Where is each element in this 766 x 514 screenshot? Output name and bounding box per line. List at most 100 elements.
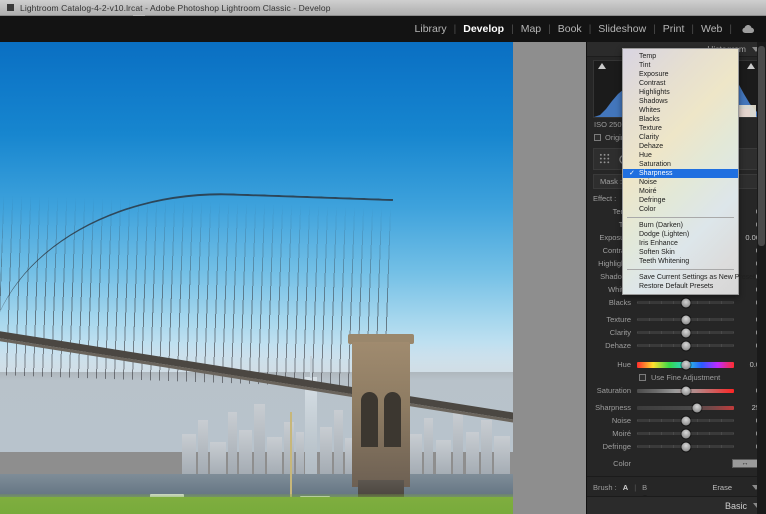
slider-track[interactable] (637, 341, 734, 350)
menu-item-label: Save Current Settings as New Preset... (639, 274, 761, 281)
slider-track[interactable] (637, 386, 734, 395)
slider-track[interactable] (637, 315, 734, 324)
menu-separator (627, 217, 734, 218)
slider-track[interactable] (637, 442, 734, 451)
menu-item-label: Shadows (639, 98, 668, 105)
effect-dropdown-menu[interactable]: Temp Tint Exposure Contrast Highlights Shadow… (622, 48, 761, 295)
brush-row[interactable]: Brush : A | B Erase (593, 480, 760, 494)
module-web[interactable]: Web (694, 23, 729, 35)
menu-item[interactable]: Temp (623, 52, 738, 61)
slider-blacks[interactable]: Blacks 0 (593, 296, 760, 309)
menu-item[interactable]: Highlights (623, 88, 738, 97)
highlight-clipping-icon[interactable] (747, 63, 755, 69)
menu-item-label: Iris Enhance (639, 240, 678, 247)
scrollbar-thumb[interactable] (758, 46, 765, 246)
menu-item-label: Dehaze (639, 143, 664, 150)
slider-saturation[interactable]: Saturation 0 (593, 384, 760, 397)
slider-sharpness[interactable]: Sharpness 25 (593, 401, 760, 414)
menu-item[interactable]: Whites (623, 106, 738, 115)
menu-item[interactable]: Exposure (623, 70, 738, 79)
panel-divider (587, 476, 766, 477)
slider-label: Noise (611, 416, 631, 425)
menu-item[interactable]: Tint (623, 61, 738, 70)
menu-item[interactable]: Noise (623, 178, 738, 187)
color-row[interactable]: Color ↔ (593, 455, 760, 471)
menu-item-label: Dodge (Lighten) (639, 231, 690, 238)
menu-item[interactable]: Contrast (623, 79, 738, 88)
brush-erase-button[interactable]: Erase (712, 483, 732, 492)
menu-item[interactable]: Moiré (623, 187, 738, 196)
menu-item[interactable]: Soften Skin (623, 248, 738, 257)
module-map[interactable]: Map (514, 23, 548, 35)
menu-item[interactable]: Save Current Settings as New Preset... (623, 273, 761, 282)
brush-separator: | (634, 482, 637, 492)
slider-track[interactable] (637, 328, 734, 337)
menu-item-label: Contrast (639, 80, 666, 87)
menu-item[interactable]: Dodge (Lighten) (623, 230, 738, 239)
slider-moire[interactable]: Moiré 0 (593, 427, 760, 440)
brush-a-button[interactable]: A (623, 483, 628, 492)
title-bar: Lightroom Catalog-4-2-v10.lrcat - Adobe … (0, 0, 766, 16)
brush-b-button[interactable]: B (642, 483, 647, 492)
menu-item[interactable]: Texture (623, 124, 738, 133)
menu-item[interactable]: Iris Enhance (623, 239, 738, 248)
slider-clarity[interactable]: Clarity 0 (593, 326, 760, 339)
module-separator: | (729, 23, 732, 35)
menu-item[interactable]: Hue (623, 151, 738, 160)
slider-dehaze[interactable]: Dehaze 0 (593, 339, 760, 352)
shadow-clipping-icon[interactable] (598, 63, 606, 69)
menu-item[interactable]: Saturation (623, 160, 738, 169)
menu-item-label: Teeth Whitening (639, 258, 690, 265)
menu-item[interactable]: Clarity (623, 133, 738, 142)
slider-label: Defringe (602, 442, 631, 451)
menu-item-label: Clarity (639, 134, 659, 141)
checkbox-icon[interactable] (639, 374, 646, 381)
fine-adjustment-toggle[interactable]: Use Fine Adjustment (587, 371, 766, 384)
menu-item[interactable]: Burn (Darken) (623, 221, 738, 230)
slider-track[interactable] (637, 360, 734, 369)
check-icon: ✓ (629, 170, 635, 177)
module-library[interactable]: Library (408, 23, 454, 35)
menu-item[interactable]: ✓ Sharpness (623, 169, 738, 178)
menu-item-label: Noise (639, 179, 657, 186)
module-develop[interactable]: Develop (456, 23, 511, 35)
image-canvas[interactable] (0, 42, 586, 514)
menu-item-label: Moiré (639, 188, 657, 195)
slider-track[interactable] (637, 403, 734, 412)
lightroom-window: Lightroom Catalog-4-2-v10.lrcat - Adobe … (0, 0, 766, 514)
grass-foreground (0, 497, 513, 514)
module-bar: Library | Develop | Map | Book | Slidesh… (0, 16, 766, 42)
slider-track[interactable] (637, 429, 734, 438)
module-print[interactable]: Print (656, 23, 692, 35)
slider-track[interactable] (637, 298, 734, 307)
menu-item-label: Saturation (639, 161, 671, 168)
slider-texture[interactable]: Texture 0 (593, 313, 760, 326)
slider-noise[interactable]: Noise 0 (593, 414, 760, 427)
basic-panel-header[interactable]: Basic (587, 496, 766, 514)
cloud-icon[interactable] (742, 24, 756, 34)
photo-preview[interactable] (0, 42, 513, 514)
menu-item[interactable]: Defringe (623, 196, 738, 205)
menu-item[interactable]: Color (623, 205, 738, 214)
module-slideshow[interactable]: Slideshow (591, 23, 653, 35)
slider-hue[interactable]: Hue 0.0 (593, 358, 760, 371)
module-book[interactable]: Book (551, 23, 589, 35)
menu-item[interactable]: Dehaze (623, 142, 738, 151)
menu-item-label: Blacks (639, 116, 660, 123)
menu-item[interactable]: Teeth Whitening (623, 257, 738, 266)
slider-track[interactable] (637, 416, 734, 425)
slider-defringe[interactable]: Defringe 0 (593, 440, 760, 453)
menu-item-label: Temp (639, 53, 657, 60)
bridge-suspender-cables (0, 195, 394, 389)
menu-item-label: Hue (639, 152, 652, 159)
menu-item[interactable]: Restore Default Presets (623, 282, 738, 291)
checkbox-icon[interactable] (594, 134, 601, 141)
linear-gradient-tool-icon[interactable] (599, 153, 612, 166)
menu-separator (627, 269, 734, 270)
menu-item-label: Texture (639, 125, 662, 132)
color-swatch[interactable]: ↔ (732, 458, 758, 468)
menu-item-label: Highlights (639, 89, 670, 96)
mask-label: Mask : (600, 177, 623, 186)
menu-item[interactable]: Blacks (623, 115, 738, 124)
menu-item[interactable]: Shadows (623, 97, 738, 106)
